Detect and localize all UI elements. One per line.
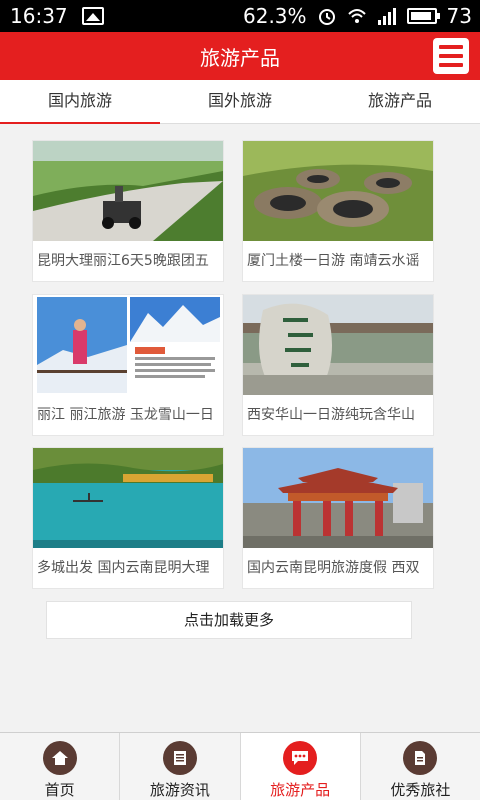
product-card[interactable]: 厦门土楼一日游 南靖云水谣 xyxy=(242,140,434,282)
nav-item-home[interactable]: 首页 xyxy=(0,733,121,800)
signal-icon xyxy=(377,8,396,25)
product-image xyxy=(33,295,223,395)
hamburger-icon-bar xyxy=(439,63,463,67)
load-more-button[interactable]: 点击加载更多 xyxy=(46,601,412,639)
product-image xyxy=(33,141,223,241)
product-card[interactable]: 西安华山一日游纯玩含华山 xyxy=(242,294,434,436)
bottom-nav: 首页 旅游资讯 旅游产品 优秀旅社 xyxy=(0,732,480,800)
product-image xyxy=(243,448,433,548)
status-bar: 16:37 62.3% 73 xyxy=(0,0,480,32)
hamburger-icon-bar xyxy=(439,45,463,49)
product-title: 国内云南昆明旅游度假 西双 xyxy=(247,560,420,576)
nav-item-agencies[interactable]: 优秀旅社 xyxy=(361,733,480,800)
gallery-icon xyxy=(81,7,104,25)
tab-travel-products[interactable]: 旅游产品 xyxy=(320,80,480,123)
alarm-icon xyxy=(318,9,335,25)
product-title: 昆明大理丽江6天5晚跟团五 xyxy=(37,253,209,269)
status-battery-percent: 62.3% xyxy=(243,4,307,28)
tab-domestic-travel[interactable]: 国内旅游 xyxy=(0,80,160,124)
product-title: 丽江 丽江旅游 玉龙雪山一日 xyxy=(37,407,214,423)
product-image xyxy=(243,295,433,395)
page-title: 旅游产品 xyxy=(200,45,280,70)
product-title: 厦门土楼一日游 南靖云水谣 xyxy=(247,253,420,269)
product-card[interactable]: 丽江 丽江旅游 玉龙雪山一日 xyxy=(32,294,224,436)
home-icon xyxy=(42,741,77,775)
battery-icon xyxy=(406,8,440,24)
status-signal-value: 73 xyxy=(446,4,472,28)
status-right: 62.3% 73 xyxy=(243,4,472,28)
product-image xyxy=(33,448,223,548)
category-tabs: 国内旅游 国外旅游 旅游产品 xyxy=(0,80,480,124)
hamburger-icon-bar xyxy=(439,54,463,58)
status-time: 16:37 xyxy=(10,4,68,28)
product-card[interactable]: 昆明大理丽江6天5晚跟团五 xyxy=(32,140,224,282)
document-icon xyxy=(403,741,438,775)
nav-item-news[interactable]: 旅游资讯 xyxy=(120,733,241,800)
chat-icon xyxy=(283,741,318,775)
app-header: 旅游产品 xyxy=(0,32,480,80)
news-icon xyxy=(162,741,197,775)
product-card[interactable]: 国内云南昆明旅游度假 西双 xyxy=(242,447,434,589)
nav-label: 优秀旅社 xyxy=(390,781,451,799)
menu-button[interactable] xyxy=(433,38,469,74)
tab-overseas-travel[interactable]: 国外旅游 xyxy=(160,80,320,123)
nav-label: 旅游资讯 xyxy=(149,781,210,799)
product-card[interactable]: 多城出发 国内云南昆明大理 xyxy=(32,447,224,589)
wifi-icon xyxy=(347,9,366,23)
nav-item-products[interactable]: 旅游产品 xyxy=(240,733,361,800)
nav-label: 首页 xyxy=(44,781,75,799)
nav-label: 旅游产品 xyxy=(270,781,331,799)
product-image xyxy=(243,141,433,241)
product-title: 多城出发 国内云南昆明大理 xyxy=(37,560,210,576)
product-title: 西安华山一日游纯玩含华山 xyxy=(247,407,415,423)
